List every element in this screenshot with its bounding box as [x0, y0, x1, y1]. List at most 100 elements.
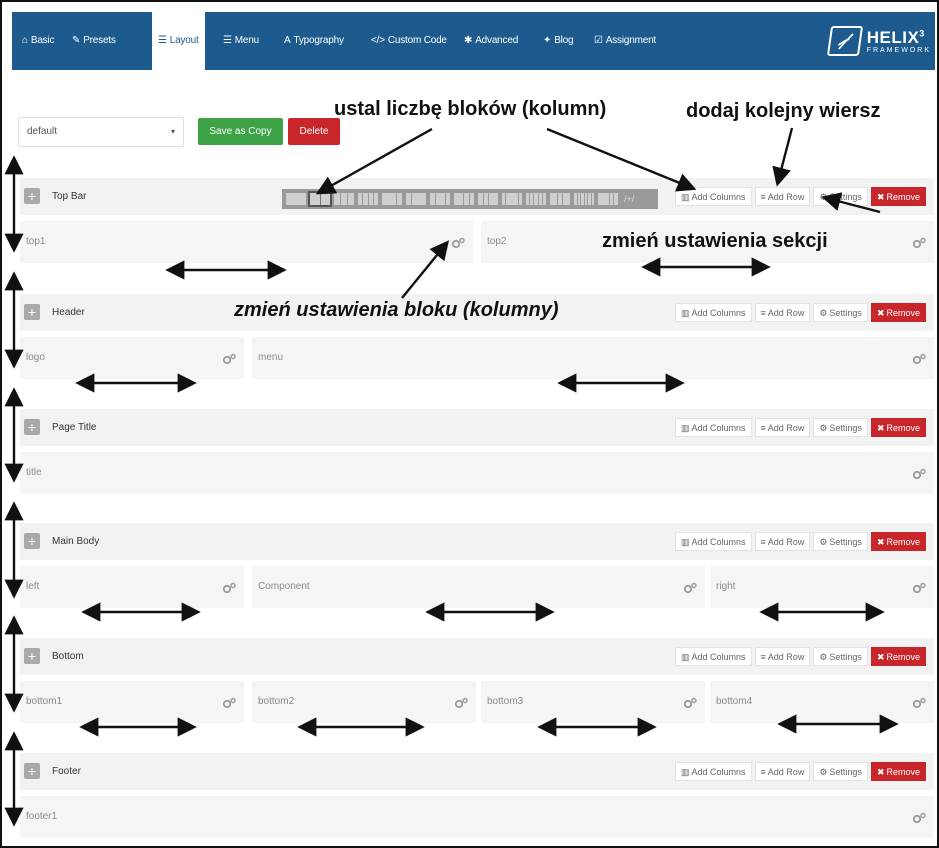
tab-menu[interactable]: ☰ Menu — [223, 12, 259, 70]
custom-preset[interactable]: /+/ — [624, 194, 634, 204]
column-settings-icon[interactable] — [451, 236, 465, 249]
tab-layout[interactable]: ☰ Layout — [152, 12, 205, 70]
add-row-button[interactable]: ≡ Add Row — [754, 762, 811, 781]
preset-col[interactable] — [334, 193, 354, 205]
preset-col[interactable] — [550, 193, 570, 205]
tab-presets[interactable]: ✎ Presets — [72, 12, 116, 70]
column-settings-icon[interactable] — [912, 236, 926, 249]
rows-icon: ≡ — [760, 537, 766, 547]
preset-col[interactable] — [574, 193, 594, 205]
remove-button[interactable]: ✖ Remove — [870, 418, 926, 437]
tab-custom-code[interactable]: </> Custom Code — [371, 12, 447, 70]
preset-col[interactable] — [454, 193, 474, 205]
add-columns-button[interactable]: ▥ Add Columns — [674, 762, 752, 781]
column-block: top1 — [20, 221, 473, 263]
tab-advanced[interactable]: ✱ Advanced — [464, 12, 518, 70]
drag-handle-icon[interactable]: + — [24, 763, 40, 779]
drag-handle-icon[interactable]: + — [24, 419, 40, 435]
section-actions: ▥ Add Columns ≡ Add Row ⚙ Settings ✖ Remove — [672, 187, 926, 206]
section-title: Header — [52, 307, 85, 318]
drag-handle-icon[interactable]: + — [24, 533, 40, 549]
tab-assignment[interactable]: ☑ Assignment — [594, 12, 656, 70]
columns-icon: ▥ — [680, 537, 690, 547]
column-settings-icon[interactable] — [222, 581, 236, 594]
column-block: Component — [252, 566, 705, 608]
layout-select[interactable]: default ▾ — [18, 117, 184, 147]
layout-icon: ☰ — [158, 35, 167, 46]
top-nav: ⌂ Basic ✎ Presets ☰ Layout ☰ Menu A Typograph… — [12, 12, 935, 70]
remove-button[interactable]: ✖ Remove — [870, 762, 926, 781]
tab-label: Assignment — [605, 35, 657, 46]
settings-button[interactable]: ⚙ Settings — [813, 532, 868, 551]
column-settings-icon[interactable] — [222, 352, 236, 365]
brush-icon: ✎ — [72, 35, 81, 46]
annotation-columns-count: ustal liczbę bloków (kolumn) — [334, 98, 607, 120]
delete-button[interactable]: Delete — [288, 118, 340, 145]
tab-basic[interactable]: ⌂ Basic — [22, 12, 55, 70]
add-columns-button[interactable]: ▥ Add Columns — [674, 418, 752, 437]
settings-button[interactable]: ⚙ Settings — [813, 187, 868, 206]
page-frame: ⌂ Basic ✎ Presets ☰ Layout ☰ Menu A Typograph… — [0, 0, 939, 848]
preset-col[interactable] — [478, 193, 498, 205]
column-block: bottom4 — [710, 681, 934, 723]
column-label: top2 — [487, 236, 507, 247]
preset-1-col[interactable] — [286, 193, 306, 205]
column-settings-icon[interactable] — [912, 467, 926, 480]
drag-handle-icon[interactable]: + — [24, 188, 40, 204]
section-title: Main Body — [52, 536, 100, 547]
column-settings-icon[interactable] — [912, 352, 926, 365]
preset-col[interactable] — [526, 193, 547, 205]
preset-col[interactable] — [430, 193, 450, 205]
preset-col[interactable] — [598, 193, 618, 205]
add-columns-button[interactable]: ▥ Add Columns — [674, 187, 752, 206]
add-columns-button[interactable]: ▥ Add Columns — [674, 303, 752, 322]
add-columns-button[interactable]: ▥ Add Columns — [674, 647, 752, 666]
column-settings-icon[interactable] — [912, 581, 926, 594]
remove-button[interactable]: ✖ Remove — [870, 303, 926, 322]
cogs-icon: ⚙ — [819, 192, 828, 202]
section-title: Page Title — [52, 422, 97, 433]
add-row-button[interactable]: ≡ Add Row — [754, 418, 811, 437]
settings-button[interactable]: ⚙ Settings — [813, 303, 868, 322]
tab-label: Menu — [234, 35, 259, 46]
section-header: + Main Body ▥ Add Columns ≡ Add Row ⚙ Setti… — [20, 523, 934, 560]
rows-icon: ≡ — [760, 767, 766, 777]
column-settings-icon[interactable] — [912, 811, 926, 824]
column-settings-icon[interactable] — [912, 696, 926, 709]
settings-button[interactable]: ⚙ Settings — [813, 418, 868, 437]
preset-col[interactable] — [382, 193, 402, 205]
remove-button[interactable]: ✖ Remove — [870, 647, 926, 666]
settings-button[interactable]: ⚙ Settings — [813, 762, 868, 781]
preset-col[interactable] — [502, 193, 522, 205]
column-label: footer1 — [26, 811, 58, 822]
add-row-button[interactable]: ≡ Add Row — [754, 303, 811, 322]
column-settings-icon[interactable] — [683, 696, 697, 709]
add-row-button[interactable]: ≡ Add Row — [754, 187, 811, 206]
tab-blog[interactable]: ✦ Blog — [543, 12, 574, 70]
drag-handle-icon[interactable]: + — [24, 648, 40, 664]
remove-button[interactable]: ✖ Remove — [870, 532, 926, 551]
column-label: left — [26, 581, 40, 592]
settings-button[interactable]: ⚙ Settings — [813, 647, 868, 666]
remove-button[interactable]: ✖ Remove — [870, 187, 926, 206]
save-as-copy-button[interactable]: Save as Copy — [198, 118, 283, 145]
cogs-icon: ⚙ — [819, 537, 828, 547]
column-label: title — [26, 467, 42, 478]
add-row-button[interactable]: ≡ Add Row — [754, 647, 811, 666]
drag-handle-icon[interactable]: + — [24, 304, 40, 320]
section-header: + Page Title ▥ Add Columns ≡ Add Row ⚙ Sett… — [20, 409, 934, 446]
preset-col[interactable] — [406, 193, 426, 205]
section-title: Top Bar — [52, 191, 87, 202]
rows-icon: ≡ — [760, 192, 766, 202]
column-settings-icon[interactable] — [454, 696, 468, 709]
rows-icon: ≡ — [760, 423, 766, 433]
add-columns-button[interactable]: ▥ Add Columns — [674, 532, 752, 551]
tab-typography[interactable]: A Typography — [284, 12, 344, 70]
preset-2-col[interactable] — [308, 191, 332, 207]
add-row-button[interactable]: ≡ Add Row — [754, 532, 811, 551]
helix-logo: HELIX3 FRAMEWORK — [826, 24, 931, 58]
column-settings-icon[interactable] — [222, 696, 236, 709]
column-label: bottom3 — [487, 696, 524, 707]
preset-col[interactable] — [358, 193, 378, 205]
column-settings-icon[interactable] — [683, 581, 697, 594]
